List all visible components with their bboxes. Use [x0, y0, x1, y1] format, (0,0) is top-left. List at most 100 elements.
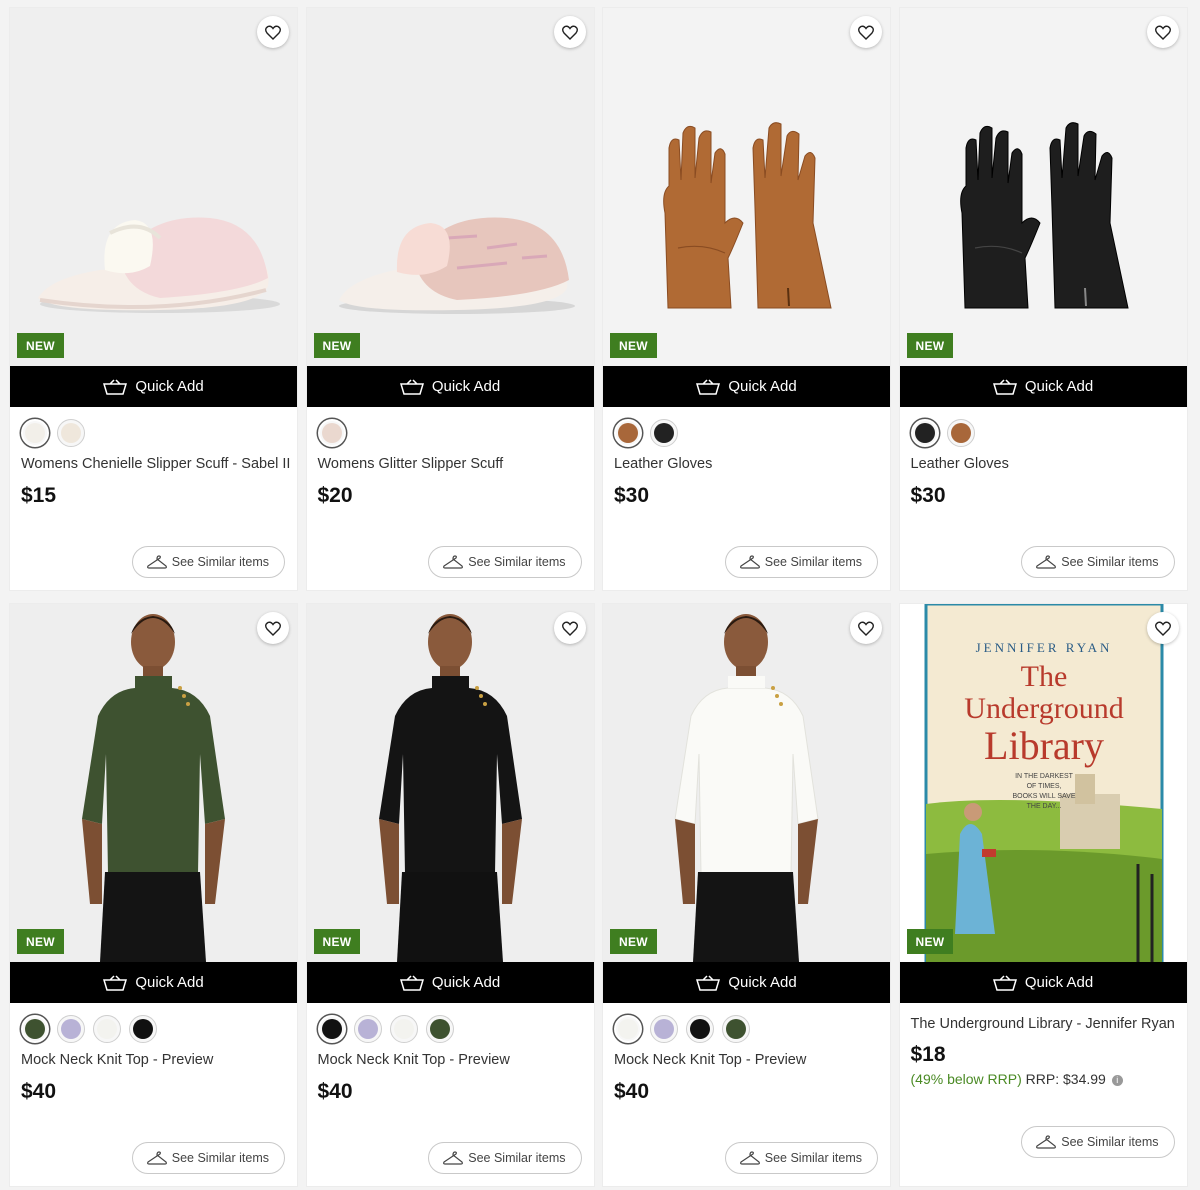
- new-badge: NEW: [610, 333, 657, 358]
- product-image[interactable]: NEW: [306, 8, 594, 366]
- new-badge: NEW: [313, 333, 361, 358]
- wishlist-heart-icon[interactable]: [1146, 16, 1179, 48]
- wishlist-heart-icon[interactable]: [850, 612, 882, 644]
- quick-add-button[interactable]: Quick Add: [899, 366, 1187, 407]
- product-price: $40: [21, 1080, 57, 1103]
- new-badge: NEW: [17, 929, 64, 954]
- product-image[interactable]: NEW: [10, 604, 297, 962]
- color-swatch[interactable]: [93, 1015, 121, 1043]
- product-card[interactable]: NEW Quick Add Mock Neck Knit Top - Previ…: [306, 604, 594, 1186]
- product-title[interactable]: Leather Gloves: [900, 451, 1187, 475]
- see-similar-label: See Similar items: [171, 1151, 269, 1165]
- basket-icon: [992, 974, 1017, 991]
- book-tagline-2: OF TIMES,: [1026, 783, 1061, 790]
- product-card[interactable]: NEW Quick Add Mock Neck Knit Top - Previ…: [603, 604, 890, 1186]
- color-swatch[interactable]: [317, 419, 346, 447]
- quick-add-button[interactable]: Quick Add: [10, 962, 297, 1003]
- product-card[interactable]: JENNIFER RYAN The Underground Library IN…: [899, 604, 1187, 1186]
- see-similar-button[interactable]: See Similar items: [428, 546, 582, 578]
- new-badge: NEW: [17, 333, 64, 358]
- see-similar-button[interactable]: See Similar items: [131, 1142, 285, 1174]
- product-card[interactable]: NEW Quick Add Womens Chenielle Slipper S…: [10, 8, 297, 590]
- quick-add-button[interactable]: Quick Add: [603, 962, 890, 1003]
- color-swatch[interactable]: [21, 1015, 49, 1043]
- wishlist-heart-icon[interactable]: [553, 16, 586, 48]
- see-similar-button[interactable]: See Similar items: [1021, 1126, 1175, 1158]
- color-swatches: [900, 407, 1187, 451]
- see-similar-label: See Similar items: [468, 1151, 566, 1165]
- color-swatch[interactable]: [650, 419, 678, 447]
- book-title-line2: Underground: [964, 692, 1123, 725]
- color-swatch[interactable]: [129, 1015, 157, 1043]
- product-image[interactable]: NEW: [603, 604, 890, 962]
- wishlist-heart-icon[interactable]: [257, 612, 289, 644]
- color-swatch[interactable]: [425, 1015, 454, 1043]
- product-card[interactable]: NEW Quick Add Mock Neck Knit Top - Previ…: [10, 604, 297, 1186]
- info-icon[interactable]: i: [1111, 1075, 1123, 1086]
- book-title-line1: The: [1020, 660, 1067, 693]
- product-card[interactable]: NEW Quick Add Womens Glitter Slipper Scu…: [306, 8, 594, 590]
- color-swatch[interactable]: [389, 1015, 418, 1043]
- product-card[interactable]: NEW Quick Add Leather Gloves $30 See Sim…: [899, 8, 1187, 590]
- basket-icon: [399, 378, 424, 395]
- color-swatch[interactable]: [614, 1015, 642, 1043]
- color-swatch[interactable]: [946, 419, 975, 447]
- product-image[interactable]: NEW: [306, 604, 594, 962]
- basket-icon: [992, 378, 1017, 395]
- see-similar-button[interactable]: See Similar items: [724, 546, 878, 578]
- product-title[interactable]: The Underground Library - Jennifer Ryan: [900, 1003, 1187, 1037]
- new-badge: NEW: [610, 929, 657, 954]
- product-title[interactable]: Womens Glitter Slipper Scuff: [307, 451, 594, 475]
- color-swatches: [10, 407, 297, 451]
- product-title[interactable]: Mock Neck Knit Top - Preview: [307, 1047, 594, 1071]
- product-image[interactable]: JENNIFER RYAN The Underground Library IN…: [899, 604, 1187, 962]
- quick-add-button[interactable]: Quick Add: [603, 366, 890, 407]
- quick-add-button[interactable]: Quick Add: [899, 962, 1187, 1003]
- product-title[interactable]: Leather Gloves: [603, 451, 890, 475]
- color-swatches: [307, 1003, 594, 1047]
- color-swatch[interactable]: [722, 1015, 750, 1043]
- product-title[interactable]: Womens Chenielle Slipper Scuff - Sabel I…: [10, 451, 297, 475]
- color-swatch[interactable]: [57, 419, 85, 447]
- see-similar-button[interactable]: See Similar items: [428, 1142, 582, 1174]
- product-title[interactable]: Mock Neck Knit Top - Preview: [10, 1047, 297, 1071]
- color-swatch[interactable]: [57, 1015, 85, 1043]
- color-swatch[interactable]: [21, 419, 49, 447]
- slipper-image: [306, 8, 594, 366]
- product-card[interactable]: NEW Quick Add Leather Gloves $30 See Sim…: [603, 8, 890, 590]
- see-similar-button[interactable]: See Similar items: [1021, 546, 1175, 578]
- see-similar-button[interactable]: See Similar items: [131, 546, 285, 578]
- hanger-icon: [443, 1151, 464, 1165]
- product-price: $40: [317, 1080, 353, 1103]
- book-tagline-4: THE DAY...: [1026, 803, 1061, 810]
- quick-add-button[interactable]: Quick Add: [10, 366, 297, 407]
- color-swatch[interactable]: [650, 1015, 678, 1043]
- color-swatches: [307, 407, 594, 451]
- book-author: JENNIFER RYAN: [975, 640, 1112, 655]
- color-swatches: [10, 1003, 297, 1047]
- product-image[interactable]: NEW: [10, 8, 297, 366]
- quick-add-label: Quick Add: [728, 378, 797, 395]
- model-image: [603, 604, 890, 962]
- product-title[interactable]: Mock Neck Knit Top - Preview: [603, 1047, 890, 1071]
- wishlist-heart-icon[interactable]: [1146, 612, 1179, 644]
- product-image[interactable]: NEW: [603, 8, 890, 366]
- color-swatch[interactable]: [910, 419, 939, 447]
- basket-icon: [399, 974, 424, 991]
- color-swatch[interactable]: [353, 1015, 382, 1043]
- product-image[interactable]: NEW: [899, 8, 1187, 366]
- color-swatch[interactable]: [317, 1015, 346, 1043]
- quick-add-button[interactable]: Quick Add: [306, 962, 594, 1003]
- product-price: $18: [910, 1043, 946, 1066]
- wishlist-heart-icon[interactable]: [850, 16, 882, 48]
- color-swatch[interactable]: [614, 419, 642, 447]
- hanger-icon: [1036, 1135, 1057, 1149]
- wishlist-heart-icon[interactable]: [553, 612, 586, 644]
- wishlist-heart-icon[interactable]: [257, 16, 289, 48]
- hanger-icon: [146, 1151, 167, 1165]
- basket-icon: [103, 378, 128, 395]
- hanger-icon: [739, 555, 760, 569]
- color-swatch[interactable]: [686, 1015, 714, 1043]
- see-similar-button[interactable]: See Similar items: [724, 1142, 878, 1174]
- quick-add-button[interactable]: Quick Add: [306, 366, 594, 407]
